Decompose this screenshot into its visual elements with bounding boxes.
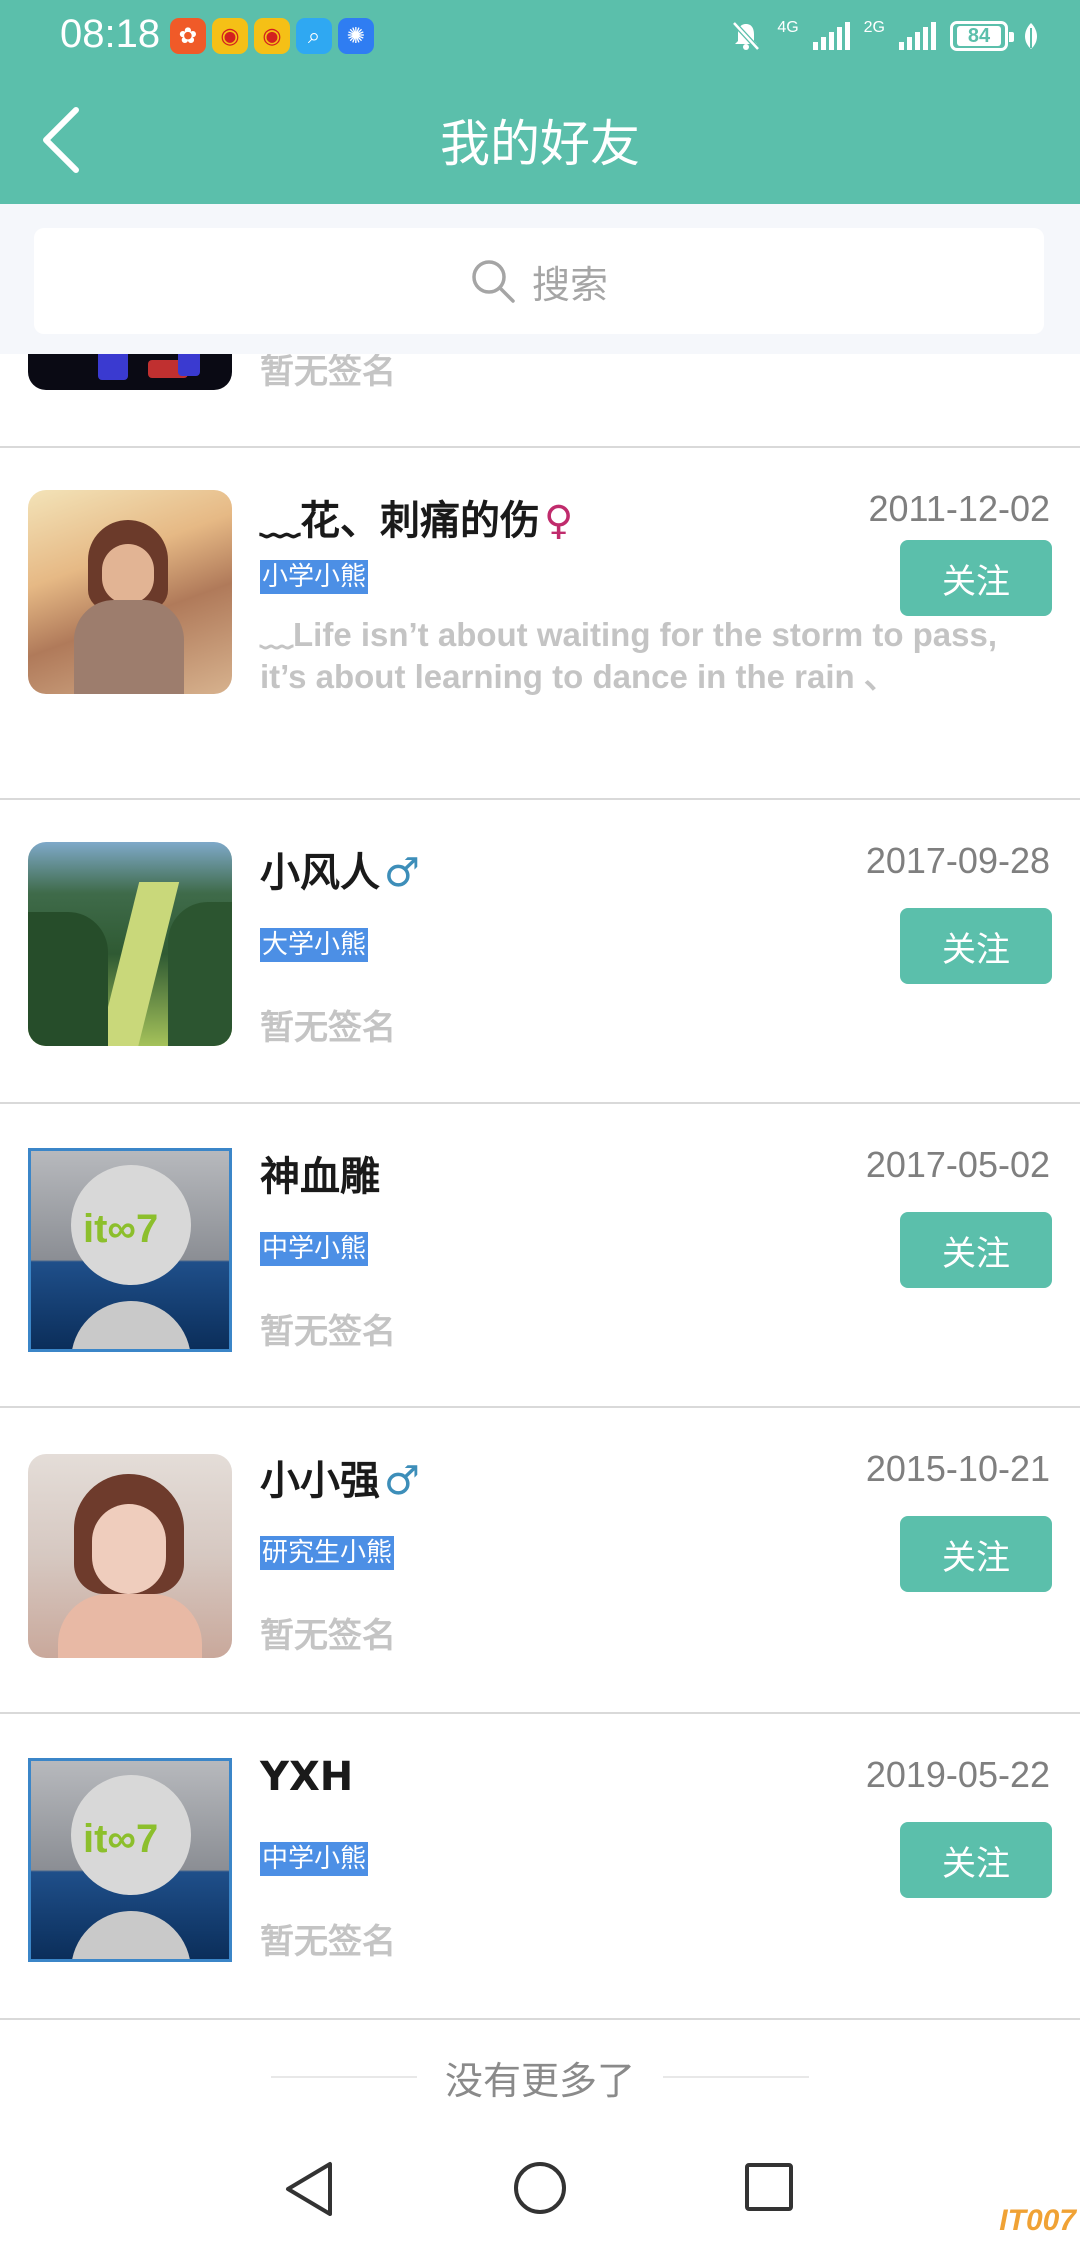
follow-button[interactable]: 关注: [900, 540, 1052, 616]
weibo-notification-icon: ◉: [212, 18, 248, 54]
list-item[interactable]: it∞7 神血雕 2017-05-02 关注 中学小熊 暂无签名: [0, 1104, 1080, 1408]
signal-1-icon: [812, 22, 850, 50]
avatar: it∞7: [28, 1148, 232, 1352]
search-placeholder: 搜索: [531, 262, 608, 307]
divider: [270, 2076, 417, 2078]
avatar: it∞7: [28, 1758, 232, 1962]
avatar: [28, 1454, 232, 1658]
signature-text: 暂无签名: [260, 1922, 396, 1962]
bulb-notification-icon: ✺: [338, 18, 374, 54]
follow-date: 2019-05-22: [865, 1754, 1050, 1795]
avatar: [28, 490, 232, 694]
list-item[interactable]: 小风人 ♂ 2017-09-28 关注 大学小熊 暂无签名: [0, 800, 1080, 1104]
signature-text: 暂无签名: [260, 1616, 396, 1656]
home-circle-icon[interactable]: [512, 2160, 568, 2216]
ito7-logo: it∞7: [83, 1817, 159, 1861]
system-navigation-bar: IT007: [0, 2130, 1080, 2244]
follow-button[interactable]: 关注: [900, 1822, 1052, 1898]
page-title: 我的好友: [440, 115, 640, 173]
follow-date: 2015-10-21: [865, 1448, 1050, 1489]
follow-button[interactable]: 关注: [900, 908, 1052, 984]
level-tag: 小学小熊: [260, 560, 369, 594]
level-tag: 大学小熊: [260, 928, 369, 962]
friend-name-text: ﹏花、刺痛的伤: [260, 498, 540, 544]
list-item[interactable]: ﹏花、刺痛的伤 ♀ 2011-12-02 关注 小学小熊 ﹏Life isn’t …: [0, 448, 1080, 800]
friend-name: YXH: [260, 1754, 357, 1800]
follow-date: 2017-05-02: [865, 1144, 1050, 1185]
top-bar: 08:18 ✿ ◉ ◉ ⌕ ✺ 4G 2G 84 我的好友: [0, 0, 1080, 204]
follow-date: 2017-09-28: [865, 840, 1050, 881]
friend-name-text: YXH: [260, 1754, 354, 1800]
friend-name: 小小强 ♂: [260, 1448, 420, 1506]
recents-square-icon[interactable]: [744, 2162, 794, 2212]
signature-text: ﹏Life isn’t about waiting for the storm …: [260, 616, 998, 695]
app-notification-icon: ✿: [170, 18, 206, 54]
signal-2-icon: [899, 22, 936, 50]
signature-text: 暂无签名: [260, 1312, 396, 1352]
leaf-icon: [1025, 23, 1037, 49]
back-triangle-icon[interactable]: [282, 2160, 336, 2218]
list-end-indicator: 没有更多了: [0, 2032, 1080, 2122]
friend-name: 神血雕: [260, 1144, 384, 1202]
list-item[interactable]: it∞7 YXH 2019-05-22 关注 中学小熊 暂无签名: [0, 1714, 1080, 2020]
network-type-1: 4G: [777, 19, 799, 36]
search-icon: [472, 260, 515, 303]
female-icon: ♀: [544, 498, 574, 544]
follow-button[interactable]: 关注: [900, 1212, 1052, 1288]
battery-icon: 84: [950, 21, 1014, 51]
search-app-notification-icon: ⌕: [296, 18, 332, 54]
watermark-logo: IT007: [999, 2204, 1076, 2237]
network-type-2: 2G: [863, 19, 885, 36]
friend-name-text: 小小强: [260, 1458, 380, 1504]
status-indicators: 4G 2G 84: [729, 16, 1040, 56]
divider: [663, 2076, 809, 2078]
battery-level: 84: [957, 25, 1001, 47]
status-time: 08:18: [60, 12, 161, 56]
friend-name-text: 小风人: [260, 850, 380, 896]
friend-name-text: 神血雕: [260, 1154, 380, 1200]
follow-button[interactable]: 关注: [900, 1516, 1052, 1592]
search-input[interactable]: 搜索: [34, 228, 1044, 334]
male-icon: ♂: [384, 1458, 420, 1504]
friend-name: 小风人 ♂: [260, 840, 420, 898]
male-icon: ♂: [384, 850, 420, 896]
weibo-notification-icon-2: ◉: [254, 18, 290, 54]
mute-bell-icon: [732, 21, 761, 51]
ito7-logo: it∞7: [83, 1207, 159, 1251]
level-tag: 中学小熊: [260, 1842, 369, 1876]
end-text: 没有更多了: [444, 2058, 635, 2103]
follow-date: 2011-12-02: [868, 488, 1050, 529]
level-tag: 研究生小熊: [260, 1536, 395, 1570]
search-bar-container: 搜索: [0, 204, 1080, 354]
friends-page: 08:18 ✿ ◉ ◉ ⌕ ✺ 4G 2G 84 我的好友 搜索 暂无签名 ﹏花…: [0, 0, 1080, 2244]
friend-name: ﹏花、刺痛的伤 ♀: [260, 488, 573, 546]
list-item[interactable]: 小小强 ♂ 2015-10-21 关注 研究生小熊 暂无签名: [0, 1408, 1080, 1714]
avatar: [28, 842, 232, 1046]
level-tag: 中学小熊: [260, 1232, 369, 1266]
signature-text: 暂无签名: [260, 1008, 396, 1048]
status-bar: 08:18 ✿ ◉ ◉ ⌕ ✺ 4G 2G 84: [0, 0, 1080, 72]
